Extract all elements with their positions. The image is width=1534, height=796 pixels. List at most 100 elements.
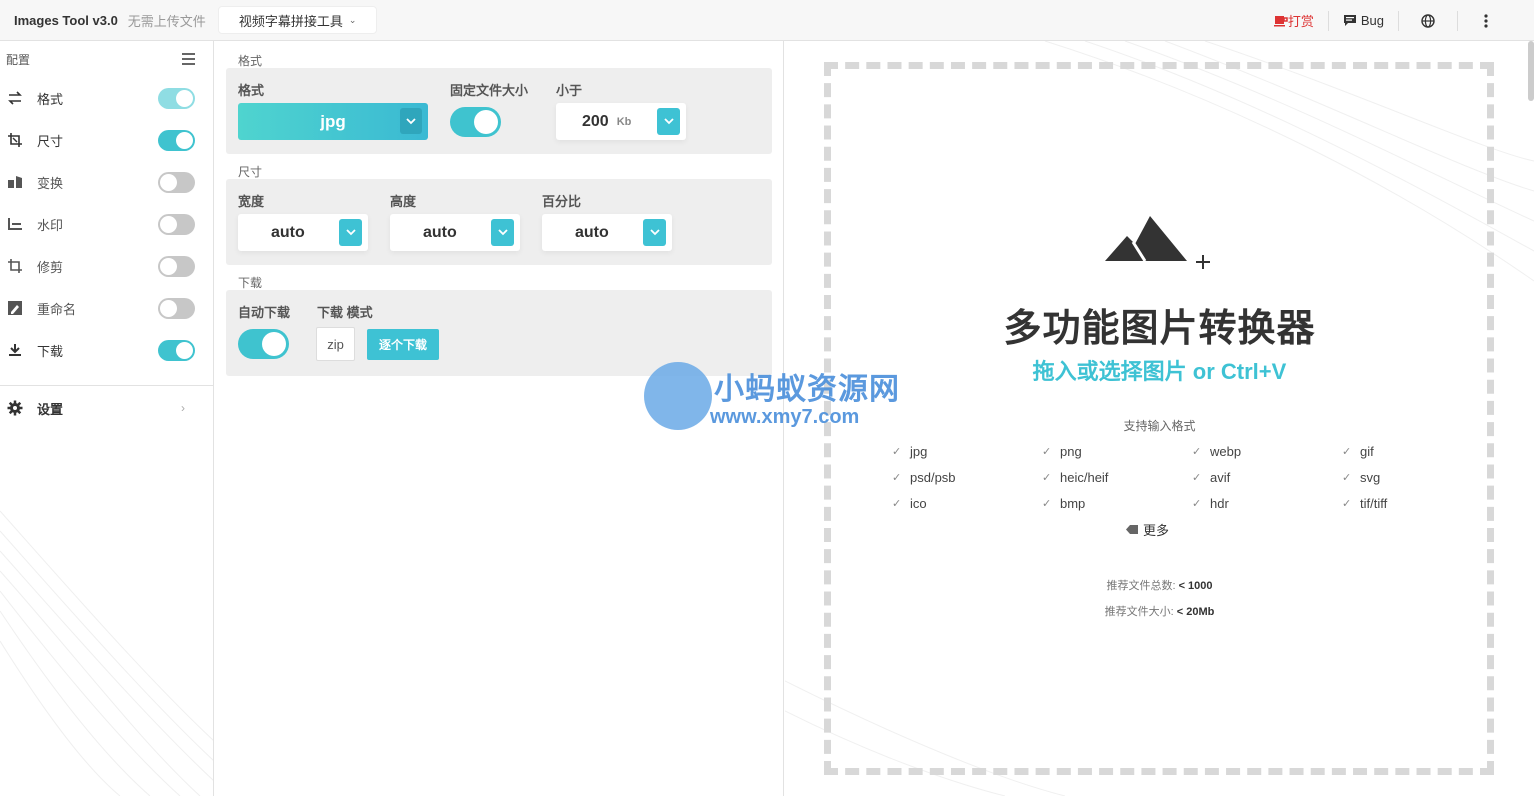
check-icon: ✓ xyxy=(1042,497,1052,510)
height-value: auto xyxy=(423,223,457,241)
app-subtitle: 无需上传文件 xyxy=(127,13,206,29)
watermark-line1: 小蚂蚁资源网 xyxy=(714,373,900,406)
format-item: ✓ svg xyxy=(1342,469,1381,485)
more-label: 更多 xyxy=(1143,523,1170,538)
format-item: ✓ heic/heif xyxy=(1042,469,1109,485)
globe-icon xyxy=(1421,13,1435,28)
format-item: ✓ hdr xyxy=(1192,495,1229,511)
height-label: 高度 xyxy=(390,194,417,209)
hamburger-menu-icon[interactable] xyxy=(182,53,195,68)
each-download-label: 逐个下载 xyxy=(378,338,427,352)
more-formats-button[interactable]: 更多 xyxy=(1126,520,1169,539)
top-bar: Images Tool v3.0 无需上传文件 视频字幕拼接工具 ⌄ 打赏 Bu… xyxy=(0,0,1534,41)
fixed-size-toggle[interactable] xyxy=(450,107,501,137)
check-icon: ✓ xyxy=(1042,445,1052,458)
transform-icon xyxy=(7,174,23,190)
tool-select-dropdown[interactable]: 视频字幕拼接工具 ⌄ xyxy=(217,6,378,34)
auto-download-toggle[interactable] xyxy=(238,329,289,359)
fixed-size-label: 固定文件大小 xyxy=(450,83,529,98)
size-panel: 宽度 auto 高度 auto 百分比 auto xyxy=(226,179,772,265)
chevron-down-icon xyxy=(657,108,680,135)
transform-toggle[interactable] xyxy=(158,172,195,193)
size-toggle[interactable] xyxy=(158,130,195,151)
recommended-count: 推荐文件总数: < 1000 xyxy=(1106,580,1213,592)
scrollbar[interactable] xyxy=(1528,41,1534,101)
check-icon: ✓ xyxy=(1342,471,1352,484)
format-label: 格式 xyxy=(238,83,265,98)
chevron-down-icon: ⌄ xyxy=(348,14,357,25)
check-icon: ✓ xyxy=(1192,497,1202,510)
percent-label: 百分比 xyxy=(542,194,582,209)
sidebar-item-transform[interactable]: 变换 xyxy=(0,161,213,203)
download-mode-label: 下载 模式 xyxy=(317,305,373,320)
sidebar-item-rename[interactable]: 重命名 xyxy=(0,287,213,329)
less-than-select[interactable]: 200 Kb xyxy=(556,103,686,140)
sidebar-item-label: 格式 xyxy=(37,91,64,107)
sidebar-item-label: 下载 xyxy=(37,343,64,359)
download-toggle[interactable] xyxy=(158,340,195,361)
rename-toggle[interactable] xyxy=(158,298,195,319)
chevron-down-icon xyxy=(400,108,422,134)
watermark-line2: www.xmy7.com xyxy=(710,406,860,428)
crop-icon xyxy=(7,258,23,274)
crop-toggle[interactable] xyxy=(158,256,195,277)
sidebar-item-size[interactable]: 尺寸 xyxy=(0,119,213,161)
mountain-add-image-icon xyxy=(1105,216,1210,269)
swap-icon xyxy=(7,90,23,106)
check-icon: ✓ xyxy=(1042,471,1052,484)
format-item: ✓ png xyxy=(1042,443,1082,459)
donate-button[interactable]: 打赏 xyxy=(1260,11,1328,31)
tool-select-label: 视频字幕拼接工具 xyxy=(238,13,343,29)
format-item: ✓ ico xyxy=(892,495,927,511)
sidebar-item-label: 变换 xyxy=(37,175,64,191)
less-than-unit: Kb xyxy=(616,115,632,128)
format-item: ✓ bmp xyxy=(1042,495,1086,511)
comment-icon xyxy=(1343,15,1356,26)
language-button[interactable] xyxy=(1399,11,1457,31)
chevron-down-icon xyxy=(491,219,514,246)
auto-download-label: 自动下载 xyxy=(238,305,291,320)
less-than-value: 200 xyxy=(582,112,609,130)
each-download-button[interactable]: 逐个下载 xyxy=(367,329,439,360)
format-item: ✓ tif/tiff xyxy=(1342,495,1388,511)
sidebar-item-label: 修剪 xyxy=(37,259,64,275)
chevron-down-icon xyxy=(339,219,362,246)
height-select[interactable]: auto xyxy=(390,214,520,251)
sidebar-item-download[interactable]: 下载 xyxy=(0,329,213,371)
percent-select[interactable]: auto xyxy=(542,214,672,251)
less-than-label: 小于 xyxy=(556,83,583,98)
format-item: ✓ gif xyxy=(1342,443,1374,459)
bug-label: Bug xyxy=(1360,13,1384,28)
download-icon xyxy=(7,342,23,358)
sidebar-item-label: 设置 xyxy=(37,401,64,417)
width-value: auto xyxy=(271,223,305,241)
width-select[interactable]: auto xyxy=(238,214,368,251)
more-menu-button[interactable] xyxy=(1458,11,1534,31)
sidebar-item-format[interactable]: 格式 xyxy=(0,77,213,119)
zip-label: zip xyxy=(327,336,344,352)
chevron-down-icon xyxy=(643,219,666,246)
width-label: 宽度 xyxy=(238,194,265,209)
ant-logo-icon xyxy=(644,362,712,430)
format-select[interactable]: jpg xyxy=(238,103,428,140)
sidebar-header: 配置 xyxy=(0,41,213,77)
sidebar-item-crop[interactable]: 修剪 xyxy=(0,245,213,287)
sidebar-item-watermark[interactable]: 水印 xyxy=(0,203,213,245)
sidebar: 配置 格式 尺寸 变换 水印 修剪 重命名 下载 设置 › xyxy=(0,41,214,796)
check-icon: ✓ xyxy=(1342,445,1352,458)
sidebar-item-label: 水印 xyxy=(37,217,64,233)
format-toggle[interactable] xyxy=(158,88,195,109)
vertical-dots-icon xyxy=(1484,13,1488,28)
coffee-icon xyxy=(1273,15,1288,26)
bug-report-button[interactable]: Bug xyxy=(1329,11,1398,31)
zip-mode-button[interactable]: zip xyxy=(316,327,355,361)
watermark-toggle[interactable] xyxy=(158,214,195,235)
sidebar-item-label: 重命名 xyxy=(37,301,77,317)
check-icon: ✓ xyxy=(1192,471,1202,484)
format-item: ✓ avif xyxy=(1192,469,1231,485)
sidebar-item-settings[interactable]: 设置 › xyxy=(0,388,213,428)
percent-value: auto xyxy=(575,223,609,241)
format-item: ✓ psd/psb xyxy=(892,469,956,485)
section-title-download: 下载 xyxy=(238,276,263,290)
top-right-actions: 打赏 Bug xyxy=(1260,0,1534,41)
